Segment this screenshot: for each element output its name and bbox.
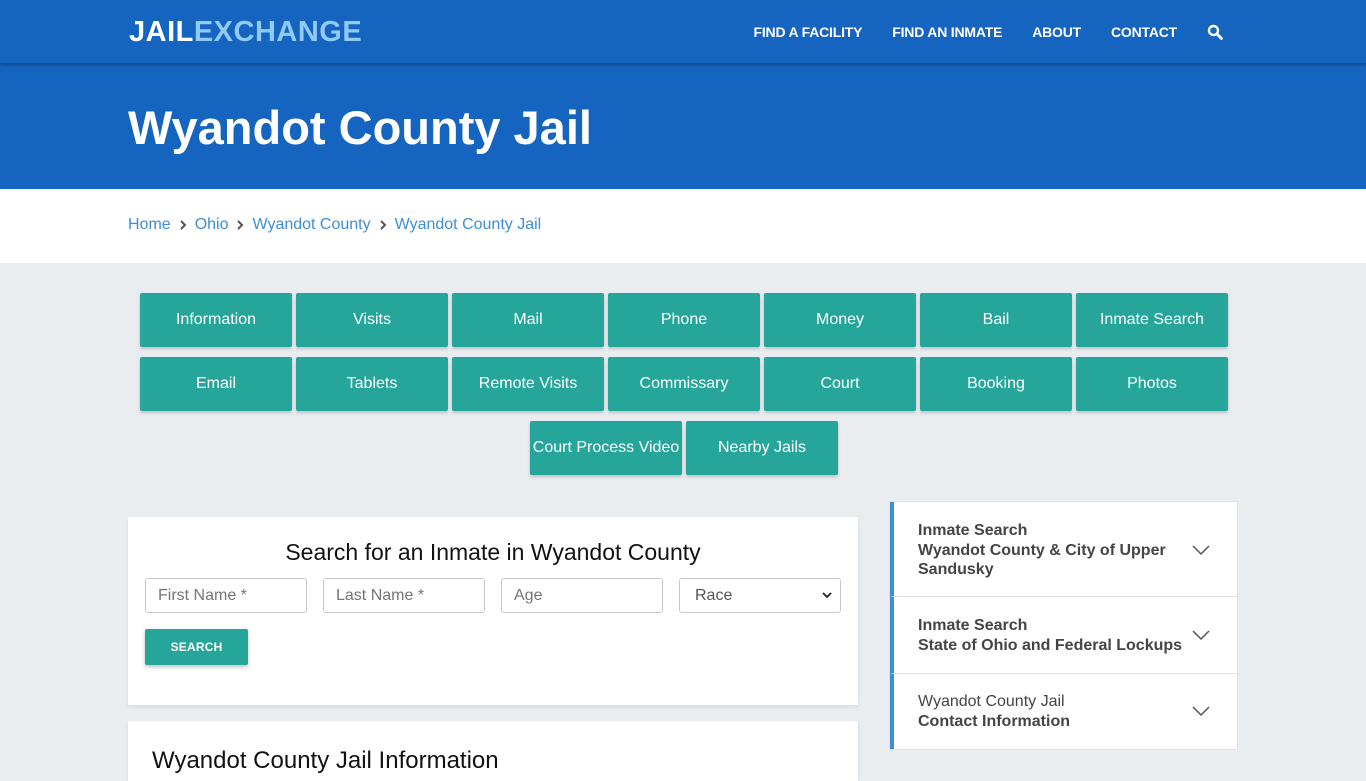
tile-phone[interactable]: Phone	[608, 293, 760, 347]
jail-information-card: Wyandot County Jail Information	[128, 721, 858, 781]
accordion-inmate-search-county[interactable]: Inmate Search Wyandot County & City of U…	[890, 502, 1237, 597]
breadcrumb: Home Ohio Wyandot County Wyandot County …	[128, 216, 541, 234]
race-select[interactable]: Race	[679, 578, 841, 613]
search-button[interactable]: SEARCH	[145, 629, 248, 665]
accordion-line1: Wyandot County Jail	[918, 693, 1065, 710]
tile-inmate-search[interactable]: Inmate Search	[1076, 293, 1228, 347]
tile-information[interactable]: Information	[140, 293, 292, 347]
search-icon[interactable]	[1207, 24, 1223, 40]
accordion-line1: Inmate Search	[918, 522, 1028, 539]
nav-about[interactable]: ABOUT	[1032, 24, 1081, 40]
race-select-value: Race	[695, 586, 733, 604]
tile-remote-visits[interactable]: Remote Visits	[452, 357, 604, 411]
hero-banner: Wyandot County Jail	[0, 64, 1366, 189]
tile-photos[interactable]: Photos	[1076, 357, 1228, 411]
breadcrumb-bar: Home Ohio Wyandot County Wyandot County …	[0, 189, 1366, 263]
nav-links: FIND A FACILITY FIND AN INMATE ABOUT CON…	[754, 0, 1366, 64]
chevron-right-icon	[171, 218, 195, 232]
tile-booking[interactable]: Booking	[920, 357, 1072, 411]
accordion-line2: State of Ohio and Federal Lockups	[918, 636, 1183, 654]
nav-find-an-inmate[interactable]: FIND AN INMATE	[892, 24, 1002, 40]
top-navigation: JAILEXCHANGE FIND A FACILITY FIND AN INM…	[0, 0, 1366, 64]
tile-bail[interactable]: Bail	[920, 293, 1072, 347]
chevron-right-icon	[228, 218, 252, 232]
age-input[interactable]	[501, 578, 663, 613]
chevron-right-icon	[371, 218, 395, 232]
search-title: Search for an Inmate in Wyandot County	[285, 539, 701, 565]
chevron-down-icon	[1192, 706, 1210, 717]
inmate-search-card: Search for an Inmate in Wyandot County R…	[128, 517, 858, 705]
nav-contact[interactable]: CONTACT	[1111, 24, 1177, 40]
accordion-inmate-search-state[interactable]: Inmate Search State of Ohio and Federal …	[890, 597, 1237, 674]
tile-court[interactable]: Court	[764, 357, 916, 411]
sidebar-accordion: Inmate Search Wyandot County & City of U…	[889, 501, 1238, 750]
accordion-line2: Wyandot County & City of Upper Sandusky	[918, 541, 1166, 579]
tile-mail[interactable]: Mail	[452, 293, 604, 347]
accordion-line2: Contact Information	[918, 712, 1070, 730]
nav-find-a-facility[interactable]: FIND A FACILITY	[754, 24, 863, 40]
chevron-down-icon	[822, 592, 832, 599]
tile-tablets[interactable]: Tablets	[296, 357, 448, 411]
accordion-line1: Inmate Search	[918, 617, 1028, 634]
tile-email[interactable]: Email	[140, 357, 292, 411]
chevron-down-icon	[1192, 545, 1210, 556]
tile-court-process-video[interactable]: Court Process Video	[530, 421, 682, 475]
logo-jail-text: JAIL	[129, 16, 194, 48]
breadcrumb-home[interactable]: Home	[128, 216, 171, 234]
tile-commissary[interactable]: Commissary	[608, 357, 760, 411]
jailexchange-logo[interactable]: JAILEXCHANGE	[129, 16, 362, 48]
logo-exchange-text: EXCHANGE	[193, 16, 363, 48]
breadcrumb-ohio[interactable]: Ohio	[195, 216, 229, 234]
accordion-contact-information[interactable]: Wyandot County Jail Contact Information	[890, 674, 1237, 749]
facility-section-buttons: Information Visits Mail Phone Money Bail…	[139, 293, 1229, 475]
chevron-down-icon	[1192, 630, 1210, 641]
info-title: Wyandot County Jail Information	[152, 747, 499, 774]
tile-money[interactable]: Money	[764, 293, 916, 347]
last-name-input[interactable]	[323, 578, 485, 613]
breadcrumb-wyandot-county-jail[interactable]: Wyandot County Jail	[395, 216, 542, 234]
tile-visits[interactable]: Visits	[296, 293, 448, 347]
tile-nearby-jails[interactable]: Nearby Jails	[686, 421, 838, 475]
page-title: Wyandot County Jail	[128, 101, 592, 154]
breadcrumb-wyandot-county[interactable]: Wyandot County	[252, 216, 370, 234]
first-name-input[interactable]	[145, 578, 307, 613]
